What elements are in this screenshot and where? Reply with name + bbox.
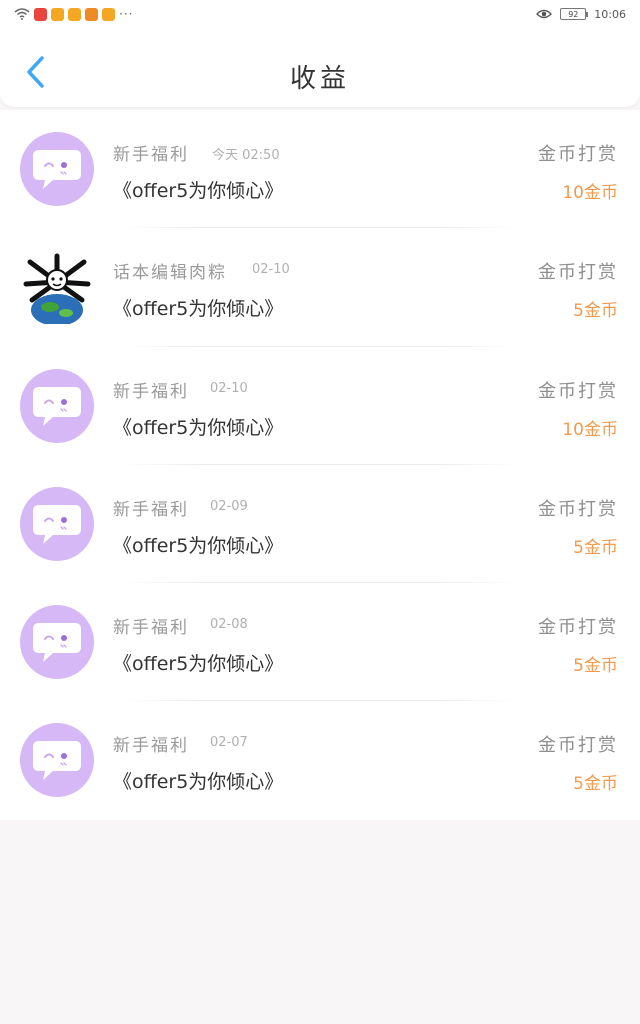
record-content: 《offer5为你倾心》 — [113, 298, 284, 321]
avatar — [20, 250, 94, 325]
sender-name: 新手福利 — [113, 618, 189, 639]
chat-bubble-icon — [33, 623, 81, 663]
avatar — [20, 605, 94, 680]
record-time: 02-10 — [210, 380, 248, 396]
chat-bubble-icon — [33, 504, 81, 544]
record-content: 《offer5为你倾心》 — [113, 653, 284, 676]
record-amount: 10金币 — [562, 419, 618, 440]
record-time: 02-10 — [252, 262, 290, 278]
avatar — [20, 132, 94, 206]
list-item[interactable]: 新手福利 今天 02:50 《offer5为你倾心》 金币打赏 10金币 — [0, 110, 640, 229]
record-type: 金币打赏 — [538, 498, 618, 520]
record-amount: 10金币 — [562, 183, 618, 203]
list-item[interactable]: 新手福利 02-08 《offer5为你倾心》 金币打赏 5金币 — [0, 583, 640, 702]
user-avatar-icon — [23, 253, 91, 325]
status-right: 92 10:06 — [536, 8, 626, 21]
record-content: 《offer5为你倾心》 — [113, 771, 284, 794]
earnings-list: 新手福利 今天 02:50 《offer5为你倾心》 金币打赏 10金币 话本编… — [0, 110, 640, 820]
list-item[interactable]: 新手福利 02-09 《offer5为你倾心》 金币打赏 5金币 — [0, 465, 640, 584]
avatar — [20, 723, 94, 798]
chat-bubble-icon — [33, 741, 81, 781]
sender-name: 新手福利 — [113, 381, 189, 402]
app-red-icon — [34, 7, 47, 21]
record-type: 金币打赏 — [538, 617, 618, 639]
weibo-icon — [51, 7, 64, 21]
status-left: ··· — [14, 7, 133, 21]
clock: 10:06 — [594, 7, 626, 21]
record-amount: 5金币 — [573, 537, 618, 558]
app-orange-icon — [85, 7, 98, 21]
record-type: 金币打赏 — [538, 735, 618, 757]
chat-bubble-icon — [33, 386, 81, 426]
record-amount: 5金币 — [573, 301, 618, 322]
chat-bubble-icon — [33, 150, 81, 189]
weibo-icon — [68, 7, 81, 21]
record-time: 今天 02:50 — [212, 148, 280, 163]
record-time: 02-09 — [210, 498, 248, 514]
record-content: 《offer5为你倾心》 — [113, 180, 284, 202]
avatar — [20, 486, 94, 561]
sender-name: 新手福利 — [113, 736, 189, 757]
list-item[interactable]: 新手福利 02-10 《offer5为你倾心》 金币打赏 10金币 — [0, 347, 640, 465]
battery-indicator: 92 — [560, 8, 589, 20]
record-time: 02-08 — [210, 617, 248, 633]
weibo-icon — [102, 7, 115, 21]
record-content: 《offer5为你倾心》 — [113, 416, 284, 439]
sender-name: 新手福利 — [113, 145, 189, 165]
page-title: 收益 — [289, 64, 350, 94]
record-type: 金币打赏 — [538, 144, 618, 165]
record-amount: 5金币 — [573, 774, 618, 795]
record-content: 《offer5为你倾心》 — [113, 534, 284, 557]
status-bar: ··· 92 10:06 — [0, 0, 640, 28]
avatar — [20, 368, 94, 443]
sender-name: 话本编辑肉粽 — [113, 263, 227, 284]
eye-icon — [536, 9, 553, 19]
record-type: 金币打赏 — [538, 380, 618, 402]
more-notifications: ··· — [119, 7, 134, 21]
record-amount: 5金币 — [573, 656, 618, 677]
list-item[interactable]: 话本编辑肉粽 02-10 《offer5为你倾心》 金币打赏 5金币 — [0, 228, 640, 347]
record-type: 金币打赏 — [538, 262, 618, 284]
record-time: 02-07 — [210, 735, 248, 751]
wifi-icon — [14, 8, 30, 20]
sender-name: 新手福利 — [113, 499, 189, 520]
list-item[interactable]: 新手福利 02-07 《offer5为你倾心》 金币打赏 5金币 — [0, 701, 640, 819]
